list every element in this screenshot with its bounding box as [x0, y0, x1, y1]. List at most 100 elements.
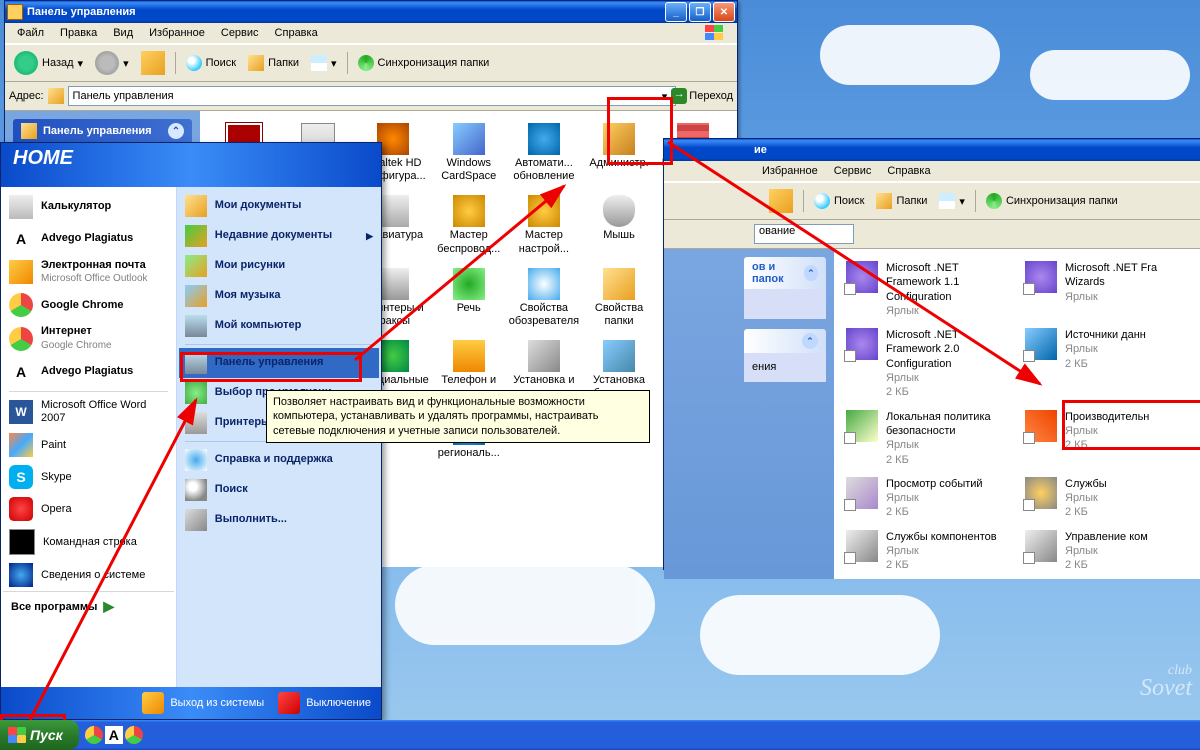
tasks-header[interactable]: ов и папок⌃ — [744, 257, 826, 289]
start-item-поиск[interactable]: Поиск — [179, 475, 379, 505]
cp-item[interactable]: Автомати... обновление — [507, 119, 581, 187]
admin-icon — [1025, 530, 1057, 562]
start-item[interactable]: AAdvego Plagiatus — [3, 356, 174, 388]
start-item[interactable]: Сведения о системе — [3, 559, 174, 591]
window-title: ие — [754, 144, 767, 156]
titlebar[interactable]: ие — [664, 139, 1200, 161]
forward-icon — [95, 51, 119, 75]
cp-icon — [377, 340, 409, 372]
menu-favorites[interactable]: Избранное — [754, 163, 826, 179]
menu-tools[interactable]: Сервис — [213, 25, 267, 41]
minimize-button[interactable]: _ — [665, 2, 687, 22]
start-item[interactable]: Opera — [3, 493, 174, 525]
sync-button[interactable]: Синхронизация папки — [981, 190, 1123, 212]
forward-button[interactable]: ▾ — [90, 48, 134, 78]
menu-favorites[interactable]: Избранное — [141, 25, 213, 41]
window-title: Панель управления — [27, 6, 136, 18]
app-icon: A — [9, 227, 33, 251]
menu-help[interactable]: Справка — [879, 163, 938, 179]
admin-item[interactable]: Просмотр событийЯрлык2 КБ — [844, 475, 1011, 522]
admin-item[interactable]: ПроизводительнЯрлык2 КБ — [1023, 408, 1190, 469]
cp-item[interactable]: Свойства обозревателя — [507, 264, 581, 332]
go-button[interactable]: →Переход — [671, 88, 733, 104]
start-item[interactable]: Paint — [3, 429, 174, 461]
start-item-справка-и-поддержка[interactable]: Справка и поддержка — [179, 445, 379, 475]
cp-item[interactable]: Мышь — [583, 191, 655, 259]
cp-label: Автомати... обновление — [509, 157, 579, 183]
start-item-выполнить...[interactable]: Выполнить... — [179, 505, 379, 535]
app-icon: W — [9, 400, 33, 424]
address-input-trunc: ование — [754, 224, 854, 244]
address-label: Адрес: — [9, 90, 44, 102]
tooltip: Позволяет настраивать вид и функциональн… — [266, 390, 650, 443]
collapse-icon[interactable]: ⌃ — [168, 123, 184, 139]
app-icon — [9, 327, 33, 351]
start-item[interactable]: WMicrosoft Office Word 2007 — [3, 395, 174, 429]
start-item-мои-документы[interactable]: Мои документы — [179, 191, 379, 221]
admin-item[interactable]: Управление комЯрлык2 КБ — [1023, 528, 1190, 575]
titlebar[interactable]: Панель управления _ ❐ ✕ — [5, 1, 737, 23]
menu-edit[interactable]: Правка — [52, 25, 105, 41]
cp-item[interactable]: Администр. — [583, 119, 655, 187]
cp-icon — [528, 123, 560, 155]
menu-help[interactable]: Справка — [267, 25, 326, 41]
sync-button[interactable]: Синхронизация папки — [353, 52, 495, 74]
cp-item[interactable]: Речь — [433, 264, 505, 332]
ql-advego[interactable]: A — [105, 726, 123, 744]
menu-view[interactable]: Вид — [105, 25, 141, 41]
ql-chrome[interactable] — [85, 726, 103, 744]
start-item[interactable]: Командная строка — [3, 525, 174, 559]
side-header[interactable]: Панель управления ⌃ — [13, 119, 192, 143]
menu-tools[interactable]: Сервис — [826, 163, 880, 179]
admin-item[interactable]: Локальная политика безопасностиЯрлык2 КБ — [844, 408, 1011, 469]
shutdown-button[interactable]: Выключение — [278, 692, 371, 714]
start-item[interactable]: AAdvego Plagiatus — [3, 223, 174, 255]
ql-chrome2[interactable] — [125, 726, 143, 744]
all-programs[interactable]: Все программы▶ — [3, 591, 174, 621]
start-item[interactable]: SSkype — [3, 461, 174, 493]
back-icon — [14, 51, 38, 75]
start-item-недавние-документы[interactable]: Недавние документы▶ — [179, 221, 379, 251]
search-button[interactable]: Поиск — [809, 190, 869, 212]
start-item-мой-компьютер[interactable]: Мой компьютер — [179, 311, 379, 341]
menu-file[interactable]: Файл — [9, 25, 52, 41]
close-button[interactable]: ✕ — [713, 2, 735, 22]
up-button[interactable] — [136, 48, 170, 78]
start-item[interactable]: ИнтернетGoogle Chrome — [3, 321, 174, 355]
cp-icon — [528, 268, 560, 300]
cp-item[interactable]: Мастер настрой... — [507, 191, 581, 259]
app-icon — [9, 293, 33, 317]
admin-item[interactable]: Источники даннЯрлык2 КБ — [1023, 326, 1190, 401]
logoff-button[interactable]: Выход из системы — [142, 692, 264, 714]
admin-item[interactable]: СлужбыЯрлык2 КБ — [1023, 475, 1190, 522]
start-button[interactable]: Пуск — [0, 720, 79, 750]
cp-item[interactable]: Свойства папки — [583, 264, 655, 332]
admin-item[interactable]: Microsoft .NET Framework 2.0 Configurati… — [844, 326, 1011, 401]
cp-item[interactable]: Windows CardSpace — [433, 119, 505, 187]
start-item-панель-управления[interactable]: Панель управления — [179, 348, 379, 378]
maximize-button[interactable]: ❐ — [689, 2, 711, 22]
item-icon — [185, 352, 207, 374]
views-button[interactable]: ▾ — [934, 190, 970, 212]
start-item-моя-музыка[interactable]: Моя музыка — [179, 281, 379, 311]
up-button[interactable] — [764, 186, 798, 216]
cp-item[interactable]: Мастер беспровод... — [433, 191, 505, 259]
address-input[interactable] — [68, 86, 676, 106]
start-item[interactable]: Электронная почтаMicrosoft Office Outloo… — [3, 255, 174, 289]
cp-label: Речь — [457, 302, 481, 315]
back-button[interactable]: Назад ▾ — [9, 48, 88, 78]
start-header: HOME — [1, 143, 381, 187]
folders-button[interactable]: Папки — [243, 52, 304, 74]
admin-item[interactable]: Microsoft .NET Framework 1.1 Configurati… — [844, 259, 1011, 320]
cp-label: Администр. — [589, 157, 648, 170]
admin-item[interactable]: Службы компонентовЯрлык2 КБ — [844, 528, 1011, 575]
start-item[interactable]: Google Chrome — [3, 289, 174, 321]
views-button[interactable]: ▾ — [306, 52, 342, 74]
admin-item[interactable]: Microsoft .NET Fra WizardsЯрлык — [1023, 259, 1190, 320]
start-item[interactable]: Калькулятор — [3, 191, 174, 223]
tasks-header2[interactable]: ⌃ — [744, 329, 826, 353]
item-icon — [185, 315, 207, 337]
folders-button[interactable]: Папки — [871, 190, 932, 212]
search-button[interactable]: Поиск — [181, 52, 241, 74]
start-item-мои-рисунки[interactable]: Мои рисунки — [179, 251, 379, 281]
